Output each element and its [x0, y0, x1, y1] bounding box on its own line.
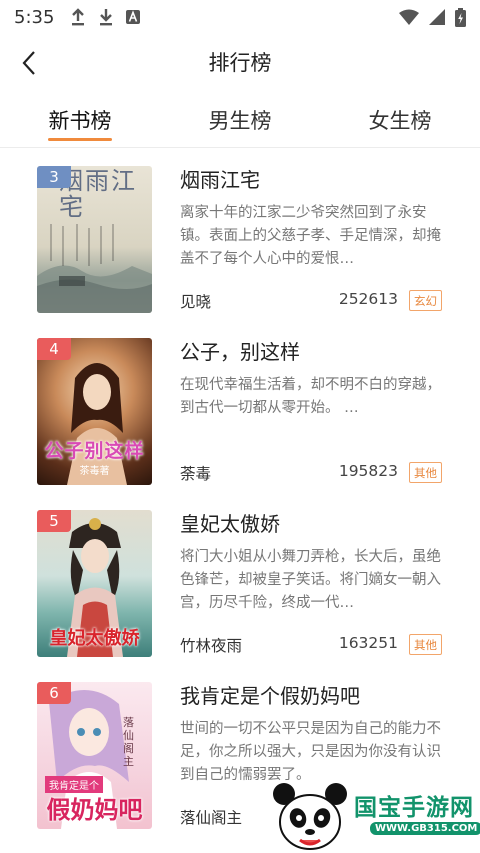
chevron-left-icon: [22, 51, 35, 75]
book-author: 落仙阁主: [180, 809, 243, 827]
book-title: 烟雨江宅: [180, 168, 260, 192]
rank-badge: 5: [37, 510, 71, 532]
tab-label: 新书榜: [48, 108, 112, 133]
rank-number: 4: [49, 340, 59, 358]
watermark-brand: 国宝手游网: [354, 795, 474, 821]
book-list-item[interactable]: 皇妃太傲娇 5 皇妃太傲娇 将门大小姐从小舞刀弄枪，长大后，虽绝色锋芒，却被皇子…: [0, 494, 480, 666]
book-cover: 皇妃太傲娇 5: [37, 510, 152, 657]
rank-number: 6: [49, 684, 59, 702]
ranking-tabs: 新书榜 男生榜 女生榜: [0, 92, 480, 148]
book-list-item[interactable]: 公子别这样 茶毒著 4 公子，别这样 在现代幸福生活着，却不明不白的穿越，到古代…: [0, 322, 480, 494]
watermark: 国宝手游网 WWW.GB315.COM: [270, 776, 480, 853]
battery-charging-icon: [455, 7, 466, 27]
status-bar: 5:35: [0, 0, 480, 34]
rank-number: 5: [49, 512, 59, 530]
book-list: 烟雨江宅 3 烟雨江宅 离家十年的江家二少爷突然回到了永安镇。表面上的父慈子孝、…: [0, 150, 480, 838]
tab-label: 男生榜: [208, 108, 272, 133]
book-description: 离家十年的江家二少爷突然回到了永安镇。表面上的父慈子孝、手足情深，却掩盖不了每个…: [180, 205, 441, 267]
rank-badge: 6: [37, 682, 71, 704]
cover-text: 烟雨江宅: [59, 167, 137, 221]
book-count: 163251: [338, 634, 398, 652]
nav-bar: 排行榜: [0, 36, 480, 88]
book-author: 荼毒: [180, 465, 212, 483]
download-icon: [100, 9, 113, 26]
tab-active-indicator: [48, 138, 112, 141]
tab-new-books[interactable]: 新书榜: [0, 92, 160, 147]
book-title: 我肯定是个假奶妈吧: [180, 684, 360, 708]
book-count: 252613: [338, 290, 398, 308]
book-author: 竹林夜雨: [180, 637, 243, 655]
book-count: 195823: [338, 462, 398, 480]
page-title: 排行榜: [208, 51, 272, 75]
book-cover: 我肯定是个 假奶妈吧 落仙阁主 6: [37, 682, 152, 829]
signal-icon: [429, 9, 445, 25]
status-time: 5:35: [14, 6, 55, 28]
cover-subtext: 茶毒著: [79, 466, 110, 477]
tab-label: 女生榜: [368, 108, 432, 133]
book-cover: 烟雨江宅 3: [37, 166, 152, 313]
book-title: 公子，别这样: [180, 340, 300, 364]
book-description: 在现代幸福生活着，却不明不白的穿越，到古代一切都从零开始。 …: [180, 377, 441, 416]
book-author: 见晓: [180, 293, 212, 311]
back-button[interactable]: [12, 46, 46, 80]
upload-icon: [72, 8, 85, 26]
watermark-url: WWW.GB315.COM: [370, 822, 480, 835]
tab-male[interactable]: 男生榜: [160, 92, 320, 147]
tab-female[interactable]: 女生榜: [320, 92, 480, 147]
genre-tag: 其他: [409, 634, 442, 655]
rank-badge: 4: [37, 338, 71, 360]
wifi-icon: [399, 9, 419, 25]
book-title: 皇妃太傲娇: [180, 512, 280, 536]
genre-tag: 玄幻: [409, 290, 442, 311]
cover-author: 落仙阁主: [123, 716, 134, 768]
book-description: 将门大小姐从小舞刀弄枪，长大后，虽绝色锋芒，却被皇子笑话。将门嫡女一朝入宫，历尽…: [180, 549, 441, 611]
cover-text: 假奶妈吧: [46, 795, 143, 824]
cover-text: 皇妃太傲娇: [49, 628, 140, 649]
rank-badge: 3: [37, 166, 71, 188]
a-badge-icon: [126, 10, 141, 24]
rank-number: 3: [49, 168, 59, 186]
book-list-item[interactable]: 烟雨江宅 3 烟雨江宅 离家十年的江家二少爷突然回到了永安镇。表面上的父慈子孝、…: [0, 150, 480, 322]
genre-tag: 其他: [409, 462, 442, 483]
cover-text: 公子别这样: [44, 440, 145, 462]
book-cover: 公子别这样 茶毒著 4: [37, 338, 152, 485]
